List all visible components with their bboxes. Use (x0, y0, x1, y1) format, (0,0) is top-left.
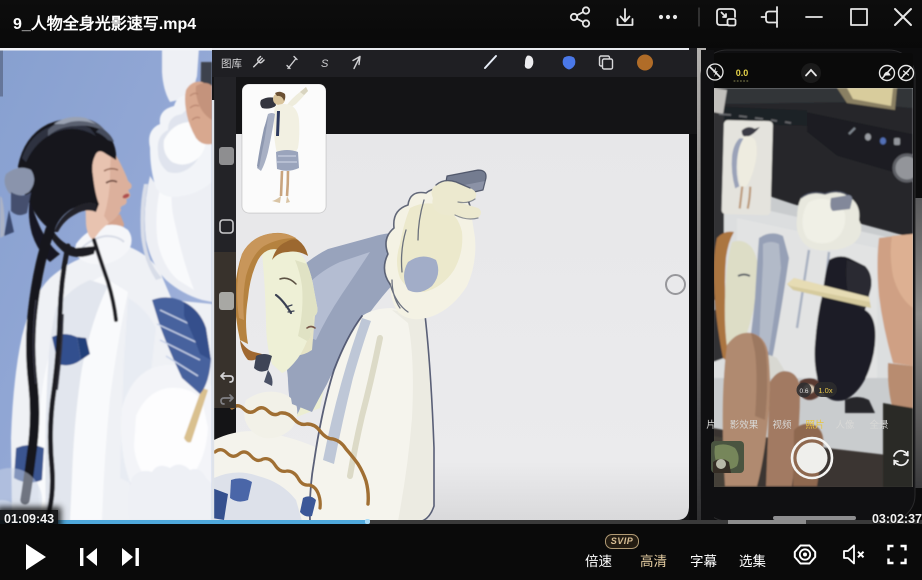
svg-text:影效果: 影效果 (730, 419, 759, 431)
svg-text:1.0x: 1.0x (818, 386, 832, 395)
svg-text:人像: 人像 (835, 419, 855, 431)
svg-text:S: S (321, 58, 329, 70)
svg-text:图库: 图库 (221, 57, 242, 70)
svg-text:0.0: 0.0 (736, 68, 749, 78)
svg-text:0.6: 0.6 (799, 388, 808, 395)
svg-text:片: 片 (706, 419, 716, 431)
svg-text:照片: 照片 (805, 419, 824, 431)
svg-text:视频: 视频 (772, 419, 792, 431)
svg-text:全景: 全景 (869, 419, 888, 431)
